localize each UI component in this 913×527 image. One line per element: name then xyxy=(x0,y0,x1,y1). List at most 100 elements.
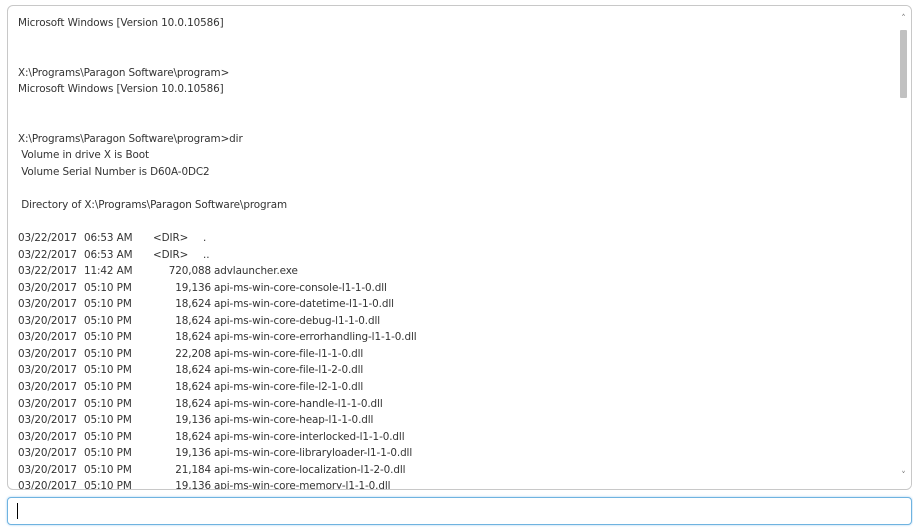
command-input[interactable] xyxy=(7,497,912,525)
directory-listing-row: 03/20/2017 05:10 PM 19,136 api-ms-win-core-… xyxy=(18,412,893,429)
directory-listing-row: 03/20/2017 05:10 PM 19,136 api-ms-win-core-… xyxy=(18,445,893,462)
console-line: Microsoft Windows [Version 10.0.10586] xyxy=(18,83,224,96)
vertical-scrollbar[interactable]: ˄ ˅ xyxy=(896,6,911,489)
listing-dir-tag: <DIR> xyxy=(153,248,189,261)
listing-size: 18,624 xyxy=(175,430,211,443)
listing-date: 03/20/2017 xyxy=(18,447,77,460)
listing-size: 21,184 xyxy=(175,463,211,476)
listing-name: api-ms-win-core-file-l1-2-0.dll xyxy=(214,364,364,377)
listing-name: api-ms-win-core-heap-l1-1-0.dll xyxy=(214,414,374,427)
listing-time: 05:10 PM xyxy=(84,480,132,489)
listing-name: api-ms-win-core-debug-l1-1-0.dll xyxy=(214,314,381,327)
listing-size: 18,624 xyxy=(175,381,211,394)
text-caret xyxy=(17,503,18,519)
listing-time: 11:42 AM xyxy=(84,265,133,278)
listing-time: 06:53 AM xyxy=(84,232,133,245)
listing-size: 19,136 xyxy=(175,447,211,460)
listing-size: 19,136 xyxy=(175,414,211,427)
listing-name: advlauncher.exe xyxy=(214,265,298,278)
directory-listing-row: 03/20/2017 05:10 PM 22,208 api-ms-win-core-… xyxy=(18,346,893,363)
listing-date: 03/20/2017 xyxy=(18,347,77,360)
listing-name: api-ms-win-core-memory-l1-1-0.dll xyxy=(214,480,391,489)
listing-date: 03/20/2017 xyxy=(18,430,77,443)
listing-name: api-ms-win-core-console-l1-1-0.dll xyxy=(214,281,387,294)
listing-time: 05:10 PM xyxy=(84,314,132,327)
listing-name: api-ms-win-core-file-l2-1-0.dll xyxy=(214,381,364,394)
directory-listing-row: 03/20/2017 05:10 PM 18,624 api-ms-win-core-… xyxy=(18,313,893,330)
listing-date: 03/20/2017 xyxy=(18,364,77,377)
directory-listing-row: 03/20/2017 05:10 PM 19,136 api-ms-win-core-… xyxy=(18,478,893,489)
listing-time: 05:10 PM xyxy=(84,430,132,443)
listing-time: 05:10 PM xyxy=(84,331,132,344)
listing-time: 05:10 PM xyxy=(84,447,132,460)
directory-listing-row: 03/22/2017 11:42 AM 720,088 advlauncher.exe xyxy=(18,263,893,280)
directory-listing-row: 03/20/2017 05:10 PM 18,624 api-ms-win-core-… xyxy=(18,296,893,313)
listing-dir-tag: <DIR> xyxy=(153,232,189,245)
listing-date: 03/22/2017 xyxy=(18,232,77,245)
listing-size: 22,208 xyxy=(175,347,211,360)
directory-listing-row: 03/20/2017 05:10 PM 18,624 api-ms-win-core-… xyxy=(18,379,893,396)
listing-name: api-ms-win-core-datetime-l1-1-0.dll xyxy=(214,298,394,311)
listing-name: api-ms-win-core-file-l1-1-0.dll xyxy=(214,347,364,360)
directory-listing-row: 03/22/2017 06:53 AM <DIR>. xyxy=(18,230,893,247)
listing-name: . xyxy=(203,232,207,245)
listing-time: 05:10 PM xyxy=(84,298,132,311)
listing-name: .. xyxy=(203,248,210,261)
directory-listing-row: 03/20/2017 05:10 PM 21,184 api-ms-win-core-… xyxy=(18,462,893,479)
listing-date: 03/20/2017 xyxy=(18,414,77,427)
console-line: Directory of X:\Programs\Paragon Softwar… xyxy=(18,199,287,212)
listing-time: 06:53 AM xyxy=(84,248,133,261)
directory-listing-row: 03/20/2017 05:10 PM 18,624 api-ms-win-core-… xyxy=(18,396,893,413)
listing-date: 03/20/2017 xyxy=(18,463,77,476)
listing-size: 19,136 xyxy=(175,480,211,489)
listing-name: api-ms-win-core-handle-l1-1-0.dll xyxy=(214,397,383,410)
listing-name: api-ms-win-core-libraryloader-l1-1-0.dll xyxy=(214,447,413,460)
listing-size: 720,088 xyxy=(168,265,211,278)
listing-date: 03/20/2017 xyxy=(18,480,77,489)
chevron-up-icon[interactable]: ˄ xyxy=(896,12,911,26)
directory-listing-row: 03/22/2017 06:53 AM <DIR>.. xyxy=(18,247,893,264)
listing-date: 03/22/2017 xyxy=(18,265,77,278)
listing-date: 03/20/2017 xyxy=(18,381,77,394)
listing-time: 05:10 PM xyxy=(84,281,132,294)
directory-listing-row: 03/20/2017 05:10 PM 18,624 api-ms-win-core-… xyxy=(18,429,893,446)
listing-date: 03/20/2017 xyxy=(18,314,77,327)
listing-size: 18,624 xyxy=(175,397,211,410)
directory-listing-row: 03/20/2017 05:10 PM 18,624 api-ms-win-core-… xyxy=(18,362,893,379)
console-line: Microsoft Windows [Version 10.0.10586] xyxy=(18,17,224,29)
listing-size: 18,624 xyxy=(175,364,211,377)
listing-date: 03/22/2017 xyxy=(18,248,77,261)
listing-name: api-ms-win-core-errorhandling-l1-1-0.dll xyxy=(214,331,417,344)
scrollbar-thumb[interactable] xyxy=(900,30,907,98)
listing-name: api-ms-win-core-interlocked-l1-1-0.dll xyxy=(214,430,405,443)
listing-time: 05:10 PM xyxy=(84,414,132,427)
directory-listing-row: 03/20/2017 05:10 PM 18,624 api-ms-win-core-… xyxy=(18,329,893,346)
directory-listing-row: 03/20/2017 05:10 PM 19,136 api-ms-win-core-… xyxy=(18,280,893,297)
listing-date: 03/20/2017 xyxy=(18,331,77,344)
listing-time: 05:10 PM xyxy=(84,364,132,377)
console-line: Volume in drive X is Boot xyxy=(18,149,149,162)
listing-time: 05:10 PM xyxy=(84,381,132,394)
listing-name: api-ms-win-core-localization-l1-2-0.dll xyxy=(214,463,406,476)
listing-time: 05:10 PM xyxy=(84,347,132,360)
listing-time: 05:10 PM xyxy=(84,397,132,410)
listing-date: 03/20/2017 xyxy=(18,397,77,410)
listing-size: 18,624 xyxy=(175,298,211,311)
console-line: X:\Programs\Paragon Software\program>dir xyxy=(18,132,243,145)
listing-date: 03/20/2017 xyxy=(18,281,77,294)
listing-size: 19,136 xyxy=(175,281,211,294)
console-output-panel[interactable]: Microsoft Windows [Version 10.0.10586] X:… xyxy=(7,5,912,490)
console-output-text: Microsoft Windows [Version 10.0.10586] X:… xyxy=(18,15,893,489)
listing-size: 18,624 xyxy=(175,314,211,327)
listing-size: 18,624 xyxy=(175,331,211,344)
console-line: X:\Programs\Paragon Software\program> xyxy=(18,66,230,79)
chevron-down-icon[interactable]: ˅ xyxy=(896,469,911,483)
listing-time: 05:10 PM xyxy=(84,463,132,476)
listing-date: 03/20/2017 xyxy=(18,298,77,311)
